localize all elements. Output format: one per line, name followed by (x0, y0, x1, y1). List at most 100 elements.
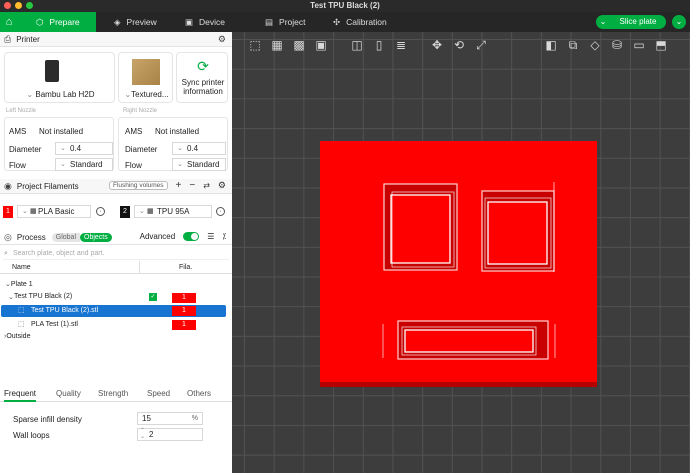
filament-icon: ◉ (4, 180, 12, 191)
objects-toggle[interactable]: Objects (80, 232, 112, 242)
window-title-bar: Test TPU Black (2) (0, 0, 690, 12)
left-ams-label: AMS (9, 127, 27, 136)
home-icon: ⌂ (5, 16, 13, 28)
process-section-title: Process (16, 232, 46, 242)
filament-1-more-icon[interactable]: · (96, 207, 105, 216)
flushing-volumes-button[interactable]: Flushing volumes (108, 181, 168, 190)
advanced-toggle[interactable] (183, 232, 200, 241)
tab-prepare[interactable]: ⬡ Prepare (18, 12, 96, 32)
list-item[interactable]: ›Outside (4, 333, 30, 340)
printer-icon: ⎙ (4, 33, 12, 44)
calibration-icon: ✣ (333, 17, 341, 27)
gear-icon[interactable]: ⚙ (218, 34, 226, 45)
window-controls[interactable] (4, 2, 33, 9)
left-flow-label: Flow (9, 161, 26, 170)
filament-badge[interactable]: 1 (172, 320, 196, 330)
process-icon: ◎ (4, 231, 12, 242)
3d-viewport[interactable]: ⬚ ▦ ▩ ▣ ◫ ▯ ≣ ✥ ⟲ ⤢ ◧ ⧉ ◇ ⛁ ▭ ⬒ (232, 32, 690, 473)
filament-1-swatch[interactable]: 1 (3, 206, 13, 218)
left-flow-select[interactable]: ⌄ Standard (55, 158, 113, 171)
model-preview (320, 141, 597, 387)
list-item[interactable]: ⌄Plate 1 (5, 280, 33, 288)
table-row[interactable]: ⌄ Test TPU Black (2) ✓ 1 (0, 292, 232, 304)
sync-label-line1: Sync printer (181, 78, 225, 87)
close-window-button[interactable] (4, 2, 11, 9)
chevron-down-icon: ⌄ (177, 161, 183, 168)
compare-icon[interactable]: ⁒ (222, 232, 226, 241)
slice-plate-button[interactable]: ⌄ Slice plate (596, 15, 666, 29)
right-ams-value: Not installed (155, 127, 200, 136)
sync-icon: ⟳ (197, 58, 209, 74)
chevron-down-icon: ⌄ (60, 145, 66, 152)
search-icon: ⌕ (4, 250, 8, 257)
checkbox-checked-icon[interactable]: ✓ (149, 293, 157, 301)
zoom-window-button[interactable] (26, 2, 33, 9)
sync-filament-icon[interactable]: ⇄ (203, 181, 210, 190)
infill-density-label: Sparse infill density (13, 415, 82, 424)
tab-others[interactable]: Others (187, 389, 211, 398)
tab-frequent[interactable]: Frequent (4, 389, 37, 402)
global-toggle[interactable]: Global (51, 232, 80, 242)
column-fila: Fila. (179, 264, 193, 271)
right-flow-label: Flow (125, 161, 142, 170)
tab-preview[interactable]: ◈ Preview (110, 12, 157, 32)
tab-device[interactable]: ▣ Device (185, 12, 225, 32)
minimize-window-button[interactable] (15, 2, 22, 9)
filaments-section-title: Project Filaments (16, 181, 79, 191)
chevron-down-icon[interactable]: ⌄ (596, 15, 610, 29)
add-filament-icon[interactable]: + (176, 180, 182, 191)
process-section-header: ◎ Process Global Objects Advanced ☰ ⁒ (0, 230, 232, 245)
printer-card[interactable]: ⌄ Bambu Lab H2D (4, 52, 115, 103)
top-navigation: ⌂ ⬡ Prepare ◈ Preview ▣ Device ▤ Project ✣ Ca… (0, 12, 690, 32)
sync-printer-button[interactable]: ⟳ Sync printer information (176, 52, 228, 103)
left-sidebar: ⎙ Printer ⚙ ⌄ Bambu Lab H2D ⌄Textured...… (0, 32, 232, 473)
filament-badge[interactable]: 1 (172, 306, 196, 316)
window-title: Test TPU Black (2) (310, 1, 380, 10)
settings-tabs: Frequent Quality Strength Speed Others (0, 386, 232, 402)
table-row-selected[interactable]: ⬚ Test TPU Black (2).stl 1 (1, 305, 226, 317)
stepper-arrows-icon[interactable]: ⌃ ⌄ (140, 428, 145, 440)
layers-icon: ◈ (114, 17, 121, 27)
plate-type-card[interactable]: ⌄Textured... (118, 52, 173, 103)
left-ams-value: Not installed (39, 127, 84, 136)
filament-2-more-icon[interactable]: · (216, 207, 225, 216)
advanced-label: Advanced (139, 232, 176, 241)
chevron-down-icon: ⌄ (22, 208, 28, 215)
filament-2-select[interactable]: ⌄ ▦ TPU 95A (134, 205, 212, 218)
tab-project[interactable]: ▤ Project (265, 12, 306, 32)
filament-1-select[interactable]: ⌄ ▦ PLA Basic (17, 205, 91, 218)
right-diameter-label: Diameter (125, 145, 158, 154)
tab-speed[interactable]: Speed (147, 389, 170, 398)
printer-name: Bambu Lab H2D (35, 90, 95, 99)
printer-section-header[interactable]: ⎙ Printer ⚙ (0, 32, 232, 47)
tab-quality[interactable]: Quality (56, 389, 81, 398)
filament-2-swatch[interactable]: 2 (120, 206, 130, 218)
right-flow-select[interactable]: ⌄ Standard (172, 158, 226, 171)
object-search-input[interactable]: ⌕ Search plate, object and part. (3, 248, 229, 260)
home-button[interactable]: ⌂ (0, 12, 18, 32)
remove-filament-icon[interactable]: − (189, 180, 195, 191)
filament-barcode-icon: ▦ (30, 208, 37, 215)
list-icon[interactable]: ☰ (207, 232, 214, 241)
printer-dropdown-chevron-icon[interactable]: ⌄ (26, 90, 33, 99)
wall-loops-stepper[interactable]: ⌃ ⌄ 2 (137, 428, 203, 441)
left-diameter-select[interactable]: ⌄ 0.4 (55, 142, 113, 155)
textured-plate-image (132, 59, 160, 85)
filament-badge[interactable]: 1 (172, 293, 196, 303)
more-options-button[interactable]: ⌄ (672, 15, 686, 29)
filament-barcode-icon: ▦ (147, 208, 154, 215)
object-list-header: Name Fila. (0, 261, 232, 274)
cube-icon: ⬡ (36, 17, 44, 27)
tab-strength[interactable]: Strength (98, 389, 128, 398)
table-row[interactable]: ⬚ PLA Test (1).stl 1 (0, 319, 232, 331)
tab-calibration[interactable]: ✣ Calibration (333, 12, 387, 32)
filament-settings-gear-icon[interactable]: ⚙ (218, 180, 226, 191)
project-icon: ▤ (265, 17, 274, 27)
infill-density-input[interactable]: 15 % (137, 412, 203, 425)
infill-unit: % (191, 415, 198, 422)
printer-section-title: Printer (16, 34, 40, 44)
right-diameter-select[interactable]: ⌄ 0.4 (172, 142, 226, 155)
sync-label-line2: information (183, 87, 223, 96)
part-icon: ⬚ (18, 307, 25, 314)
chevron-down-icon: ⌄ (139, 208, 145, 215)
